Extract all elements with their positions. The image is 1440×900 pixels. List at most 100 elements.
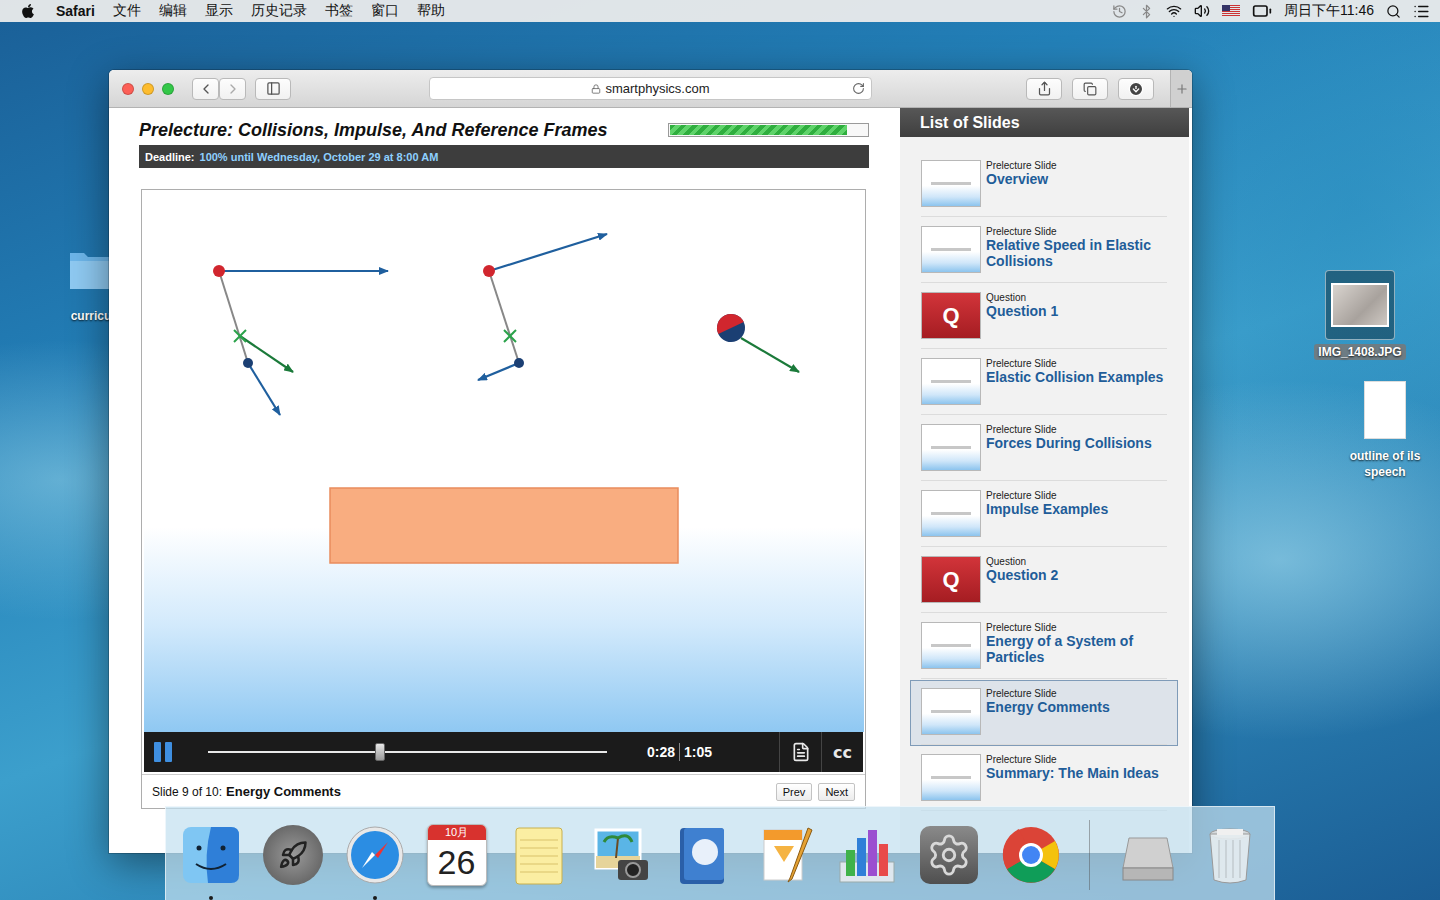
mass-one-dot — [213, 265, 225, 277]
slide-item[interactable]: Prelecture SlideEnergy of a System of Pa… — [910, 614, 1178, 680]
slide-item[interactable]: QQuestionQuestion 1 — [910, 284, 1178, 350]
pause-icon — [154, 742, 161, 762]
slide-item[interactable]: Prelecture SlideEnergy Comments — [910, 680, 1178, 746]
seek-knob[interactable] — [375, 743, 385, 761]
zoom-button[interactable] — [162, 83, 174, 95]
desktop-icon-label: outline of ils speech — [1335, 448, 1435, 480]
menu-item[interactable]: 书签 — [325, 2, 353, 20]
slide-thumbnail — [921, 160, 981, 207]
slide-item[interactable]: QQuestionQuestion 2 — [910, 548, 1178, 614]
downloads-button[interactable] — [1118, 78, 1154, 100]
slide-type: Question — [986, 556, 1058, 567]
new-tab-button[interactable] — [1170, 70, 1192, 107]
transcript-button[interactable] — [779, 732, 821, 772]
slide-type: Prelecture Slide — [986, 160, 1057, 171]
seek-slider[interactable] — [208, 751, 607, 753]
center-of-mass-mark — [504, 330, 516, 342]
tabs-button[interactable] — [1072, 78, 1108, 100]
deadline-label: Deadline: — [145, 151, 195, 163]
panel-header: List of Slides — [900, 108, 1189, 137]
slide-item-title: Summary: The Main Ideas — [986, 765, 1159, 781]
menu-clock[interactable]: 周日下午11:46 — [1284, 2, 1374, 20]
dock-item[interactable] — [671, 823, 735, 887]
forward-button[interactable] — [219, 78, 246, 100]
slide-type: Prelecture Slide — [986, 424, 1152, 435]
dock-item[interactable] — [1198, 823, 1262, 887]
page-title: Prelecture: Collisions, Impulse, And Ref… — [139, 120, 607, 141]
desktop-icon-frame — [1325, 270, 1395, 340]
back-button[interactable] — [192, 78, 219, 100]
dock-item[interactable] — [507, 823, 571, 887]
reload-icon[interactable] — [852, 82, 865, 95]
dock-item[interactable] — [917, 823, 981, 887]
safari-icon — [344, 824, 406, 886]
dock-item[interactable] — [835, 823, 899, 887]
apple-icon[interactable] — [20, 3, 36, 19]
slide-item-title: Elastic Collision Examples — [986, 369, 1163, 385]
sidebar-button[interactable] — [255, 78, 291, 100]
slide-item[interactable]: Prelecture SlideElastic Collision Exampl… — [910, 350, 1178, 416]
pause-button[interactable] — [144, 732, 188, 772]
slide-item[interactable]: Prelecture SlideForces During Collisions — [910, 416, 1178, 482]
captions-button[interactable]: cc — [821, 732, 863, 772]
slide-thumbnail: Q — [921, 292, 981, 339]
spotlight-icon[interactable] — [1386, 4, 1401, 19]
vector-arrow — [741, 338, 799, 372]
slide-player: 0:281:05ccSlide 9 of 10:Energy CommentsP… — [141, 189, 866, 809]
dictionary-icon — [672, 824, 734, 886]
share-icon — [1037, 81, 1052, 96]
address-field[interactable]: smartphysics.com — [429, 77, 872, 100]
footer-button[interactable]: Next — [818, 783, 855, 801]
slide-item[interactable]: Prelecture SlideRelative Speed in Elasti… — [910, 218, 1178, 284]
slides-list: Prelecture SlideOverviewPrelecture Slide… — [900, 137, 1189, 812]
energy-formula-box — [330, 488, 678, 563]
slide-footer: Slide 9 of 10:Energy CommentsPrevNext — [142, 774, 865, 808]
minimize-button[interactable] — [142, 83, 154, 95]
image-thumbnail — [1330, 275, 1390, 335]
slide-item[interactable]: Prelecture SlideSummary: The Main Ideas — [910, 746, 1178, 812]
dock-item[interactable] — [999, 823, 1063, 887]
document-icon — [1364, 381, 1406, 439]
us-flag-icon[interactable] — [1222, 5, 1240, 17]
dock-item[interactable] — [343, 823, 407, 887]
desktop-icon[interactable]: outline of ils speech — [1335, 376, 1435, 480]
wifi-icon[interactable] — [1166, 3, 1182, 19]
close-button[interactable] — [122, 83, 134, 95]
menu-app-name[interactable]: Safari — [56, 3, 95, 19]
volume-icon[interactable] — [1194, 3, 1210, 19]
dock-item[interactable] — [261, 823, 325, 887]
battery-icon[interactable] — [1252, 1, 1272, 21]
menu-item[interactable]: 历史记录 — [251, 2, 307, 20]
folder-icon — [68, 243, 114, 295]
vector-arrow — [219, 270, 388, 272]
numbers-icon — [836, 824, 898, 886]
desktop-icon-label: IMG_1408.JPG — [1314, 344, 1405, 360]
player-controls: 0:281:05cc — [144, 732, 863, 772]
dock-item[interactable] — [589, 823, 653, 887]
bluetooth-icon[interactable] — [1139, 4, 1154, 19]
time-machine-icon[interactable] — [1112, 4, 1127, 19]
safari-window: smartphysics.com Prelecture: Collisions, … — [109, 70, 1192, 853]
dock-item[interactable] — [1116, 823, 1180, 887]
menu-item[interactable]: 显示 — [205, 2, 233, 20]
slide-item-title: Question 1 — [986, 303, 1058, 319]
menu-item[interactable]: 帮助 — [417, 2, 445, 20]
slide-item[interactable]: Prelecture SlideImpulse Examples — [910, 482, 1178, 548]
dock-item[interactable] — [753, 823, 817, 887]
chrome-icon — [1000, 824, 1062, 886]
dock-item[interactable]: 10月26 — [425, 823, 489, 887]
dock-item[interactable] — [179, 823, 243, 887]
slide-item[interactable]: Prelecture SlideOverview — [910, 152, 1178, 218]
slide-type: Prelecture Slide — [986, 688, 1110, 699]
title-row: Prelecture: Collisions, Impulse, And Ref… — [139, 116, 869, 144]
photos-icon — [590, 824, 652, 886]
footer-button[interactable]: Prev — [776, 783, 813, 801]
menu-item[interactable]: 窗口 — [371, 2, 399, 20]
notification-center-icon[interactable] — [1413, 3, 1430, 20]
slide-item-title: Energy Comments — [986, 699, 1110, 715]
menu-item[interactable]: 文件 — [113, 2, 141, 20]
slide-title: Energy Comments — [226, 784, 341, 799]
desktop-icon[interactable]: IMG_1408.JPG — [1310, 270, 1410, 360]
share-button[interactable] — [1026, 78, 1062, 100]
menu-item[interactable]: 编辑 — [159, 2, 187, 20]
